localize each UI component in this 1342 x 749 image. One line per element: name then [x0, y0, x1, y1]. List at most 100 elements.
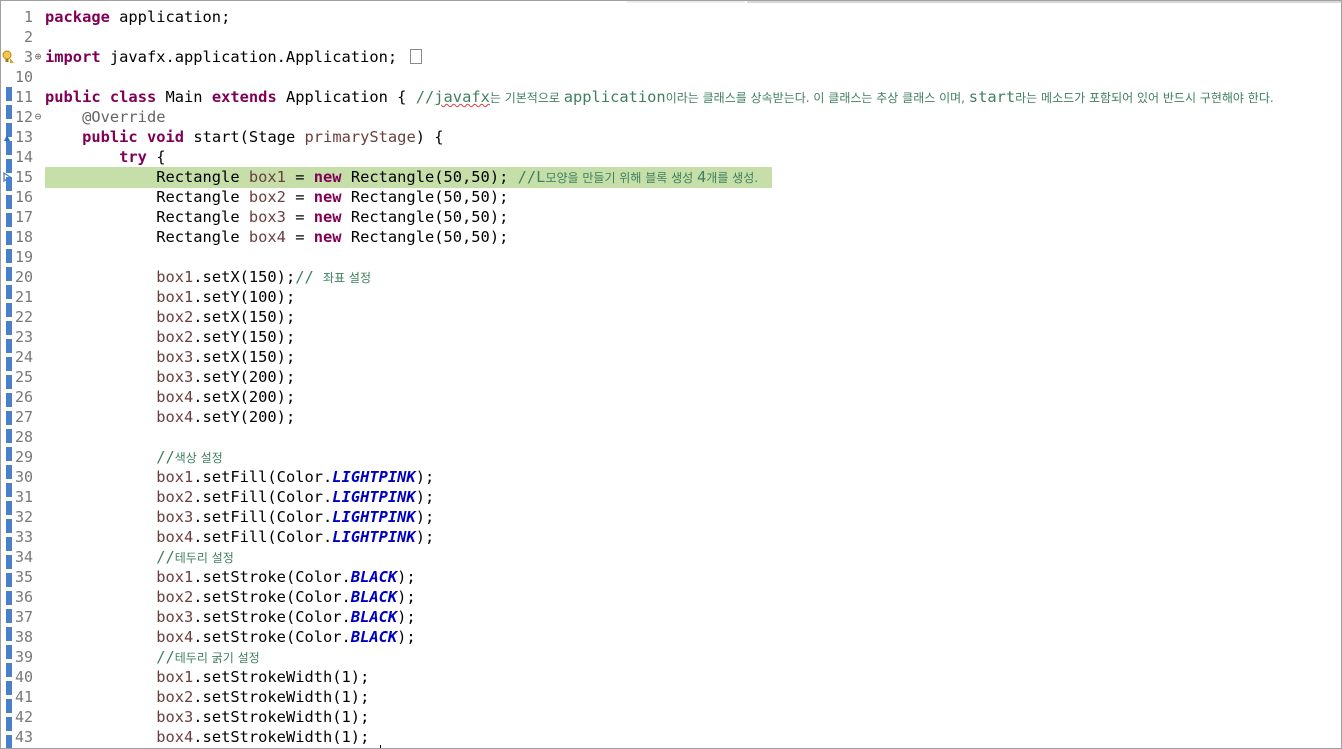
code-line-14[interactable]: 14 try {	[1, 147, 1341, 167]
code-line-33[interactable]: 33 box4.setFill(Color.LIGHTPINK);	[1, 527, 1341, 547]
code-text[interactable]: public class Main extends Application { …	[45, 87, 1274, 108]
line-number[interactable]: 21	[13, 287, 33, 307]
line-number[interactable]: 41	[13, 687, 33, 707]
line-number[interactable]: 22	[13, 307, 33, 327]
line-number[interactable]: 31	[13, 487, 33, 507]
code-line-10[interactable]: 10	[1, 67, 1341, 87]
code-line-39[interactable]: 39 //테두리 굵기 설정	[1, 647, 1341, 668]
override-triangle-icon[interactable]	[2, 130, 15, 144]
code-line-22[interactable]: 22 box2.setX(150);	[1, 307, 1341, 327]
code-line-25[interactable]: 25 box3.setY(200);	[1, 367, 1341, 387]
code-line-12[interactable]: 12 ⊖ @Override	[1, 107, 1341, 127]
code-line-42[interactable]: 42 box3.setStrokeWidth(1);	[1, 707, 1341, 727]
code-line-38[interactable]: 38 box4.setStroke(Color.BLACK);	[1, 627, 1341, 647]
code-line-17[interactable]: 17 Rectangle box3 = new Rectangle(50,50)…	[1, 207, 1341, 227]
code-line-30[interactable]: 30 box1.setFill(Color.LIGHTPINK);	[1, 467, 1341, 487]
line-number[interactable]: 28	[13, 427, 33, 447]
code-text[interactable]: box4.setStrokeWidth(1);	[45, 727, 369, 747]
code-line-19[interactable]: 19	[1, 247, 1341, 267]
line-number[interactable]: 13	[13, 127, 33, 147]
current-line-arrow-icon[interactable]	[2, 170, 15, 184]
line-number[interactable]: 29	[13, 447, 33, 467]
code-text[interactable]: box3.setStrokeWidth(1);	[45, 707, 369, 727]
code-editor[interactable]: 1 package application; 2 3 ⊕ import javafx.ap…	[0, 0, 1342, 749]
code-line-15[interactable]: 15 Rectangle box1 = new Rectangle(50,50)…	[1, 167, 1341, 188]
code-line-11[interactable]: 11 public class Main extends Application …	[1, 87, 1341, 108]
code-text[interactable]: try {	[45, 147, 165, 167]
code-line-27[interactable]: 27 box4.setY(200);	[1, 407, 1341, 427]
code-line-34[interactable]: 34 //테두리 설정	[1, 547, 1341, 568]
code-line-18[interactable]: 18 Rectangle box4 = new Rectangle(50,50)…	[1, 227, 1341, 247]
line-number[interactable]: 32	[13, 507, 33, 527]
code-line-31[interactable]: 31 box2.setFill(Color.LIGHTPINK);	[1, 487, 1341, 507]
line-number[interactable]: 36	[13, 587, 33, 607]
code-text[interactable]: Rectangle box2 = new Rectangle(50,50);	[45, 187, 508, 207]
line-number[interactable]: 23	[13, 327, 33, 347]
code-text[interactable]: box1.setY(100);	[45, 287, 295, 307]
line-number[interactable]: 42	[13, 707, 33, 727]
code-line-23[interactable]: 23 box2.setY(150);	[1, 327, 1341, 347]
line-number[interactable]: 11	[13, 87, 33, 107]
code-line-29[interactable]: 29 //색상 설정	[1, 447, 1341, 467]
collapsed-block-icon[interactable]	[410, 49, 423, 64]
code-text[interactable]: import javafx.application.Application;	[45, 47, 423, 67]
line-number[interactable]: 19	[13, 247, 33, 267]
line-number[interactable]: 27	[13, 407, 33, 427]
code-text[interactable]: box1.setStroke(Color.BLACK);	[45, 567, 416, 587]
collapse-fold-icon[interactable]: ⊖	[33, 111, 43, 123]
expand-fold-icon[interactable]: ⊕	[33, 51, 43, 63]
code-line-35[interactable]: 35 box1.setStroke(Color.BLACK);	[1, 567, 1341, 587]
line-number[interactable]: 2	[13, 27, 33, 47]
code-text[interactable]: box2.setFill(Color.LIGHTPINK);	[45, 487, 434, 507]
code-text[interactable]: Rectangle box3 = new Rectangle(50,50);	[45, 207, 508, 227]
line-number[interactable]: 43	[13, 727, 33, 747]
code-text[interactable]: package application;	[45, 7, 230, 27]
code-line-1[interactable]: 1 package application;	[1, 7, 1341, 27]
code-text[interactable]: box3.setY(200);	[45, 367, 295, 387]
code-line-2[interactable]: 2	[1, 27, 1341, 47]
line-number[interactable]: 17	[13, 207, 33, 227]
code-line-43[interactable]: 43 box4.setStrokeWidth(1);	[1, 727, 1341, 747]
code-line-16[interactable]: 16 Rectangle box2 = new Rectangle(50,50)…	[1, 187, 1341, 207]
code-line-26[interactable]: 26 box4.setX(200);	[1, 387, 1341, 407]
line-number[interactable]: 24	[13, 347, 33, 367]
line-number[interactable]: 15	[13, 167, 33, 187]
line-number[interactable]: 14	[13, 147, 33, 167]
line-number[interactable]: 40	[13, 667, 33, 687]
code-text[interactable]: box1.setX(150);// 좌표 설정	[45, 267, 371, 288]
line-number[interactable]: 37	[13, 607, 33, 627]
code-text[interactable]: box2.setStrokeWidth(1);	[45, 687, 369, 707]
code-line-13[interactable]: 13 public void start(Stage primaryStage)…	[1, 127, 1341, 147]
code-text[interactable]: box4.setX(200);	[45, 387, 295, 407]
lightbulb-warning-icon[interactable]	[2, 50, 15, 64]
line-number[interactable]: 20	[13, 267, 33, 287]
code-line-28[interactable]: 28	[1, 427, 1341, 447]
line-number[interactable]: 35	[13, 567, 33, 587]
code-line-21[interactable]: 21 box1.setY(100);	[1, 287, 1341, 307]
code-text[interactable]: box4.setStroke(Color.BLACK);	[45, 627, 416, 647]
line-number[interactable]: 39	[13, 647, 33, 667]
code-text[interactable]: box1.setStrokeWidth(1);	[45, 667, 369, 687]
line-number[interactable]: 25	[13, 367, 33, 387]
code-text[interactable]: box2.setStroke(Color.BLACK);	[45, 587, 416, 607]
code-text[interactable]: @Override	[45, 107, 165, 127]
code-line-40[interactable]: 40 box1.setStrokeWidth(1);	[1, 667, 1341, 687]
line-number[interactable]: 18	[13, 227, 33, 247]
code-line-3[interactable]: 3 ⊕ import javafx.application.Application;	[1, 47, 1341, 67]
code-line-36[interactable]: 36 box2.setStroke(Color.BLACK);	[1, 587, 1341, 607]
code-text[interactable]: box3.setX(150);	[45, 347, 295, 367]
highlighted-code[interactable]: Rectangle box1 = new Rectangle(50,50); /…	[45, 167, 773, 188]
code-text[interactable]: box1.setFill(Color.LIGHTPINK);	[45, 467, 434, 487]
line-number[interactable]: 1	[13, 7, 33, 27]
code-text[interactable]: box4.setFill(Color.LIGHTPINK);	[45, 527, 434, 547]
code-text[interactable]: //테두리 굵기 설정	[45, 647, 259, 668]
line-number[interactable]: 10	[13, 67, 33, 87]
code-line-37[interactable]: 37 box3.setStroke(Color.BLACK);	[1, 607, 1341, 627]
code-text[interactable]: box3.setStroke(Color.BLACK);	[45, 607, 416, 627]
code-text[interactable]: public void start(Stage primaryStage) {	[45, 127, 443, 147]
line-number[interactable]: 12	[13, 107, 33, 127]
line-number[interactable]: 34	[13, 547, 33, 567]
code-text[interactable]: //테두리 설정	[45, 547, 234, 568]
code-line-20[interactable]: 20 box1.setX(150);// 좌표 설정	[1, 267, 1341, 288]
code-text[interactable]: box2.setY(150);	[45, 327, 295, 347]
